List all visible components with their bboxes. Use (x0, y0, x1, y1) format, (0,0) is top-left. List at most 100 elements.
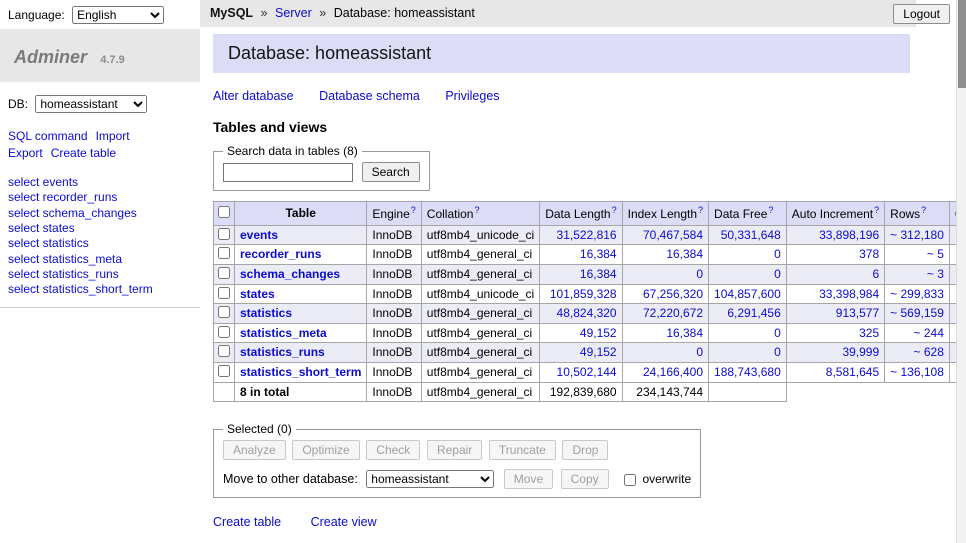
sidebar-item-statistics-meta[interactable]: select statistics_meta (8, 252, 192, 267)
search-input[interactable] (223, 163, 353, 182)
column-help-link[interactable]: ? (874, 205, 879, 215)
total-engine-cell: InnoDB (367, 382, 421, 402)
column-help-link[interactable]: ? (698, 205, 703, 215)
column-help-link[interactable]: ? (411, 205, 416, 215)
sidebar-item-states[interactable]: select states (8, 221, 192, 236)
collation-cell: utf8mb4_general_ci (421, 363, 539, 383)
export-link[interactable]: Export (8, 146, 43, 160)
selected-buttons-row: Analyze Optimize Check Repair Truncate D… (223, 440, 691, 460)
table-link[interactable]: schema_changes (240, 267, 340, 281)
create-view-link[interactable]: Create view (311, 515, 377, 529)
overwrite-checkbox[interactable] (624, 474, 636, 486)
total-label-cell: 8 in total (235, 382, 367, 402)
index-length-cell: 67,256,320 (622, 284, 708, 304)
row-checkbox[interactable] (218, 306, 230, 318)
table-link[interactable]: statistics_short_term (240, 365, 361, 379)
column-header-auto-increment: Auto Increment? (786, 202, 884, 226)
create-links: Create table Create view (213, 515, 966, 529)
vertical-scrollbar[interactable] (956, 0, 966, 543)
search-legend: Search data in tables (8) (223, 144, 362, 158)
move-database-select[interactable]: homeassistant (366, 470, 494, 488)
breadcrumb-current: Database: homeassistant (334, 6, 475, 20)
check-button[interactable]: Check (366, 440, 420, 460)
collation-cell: utf8mb4_unicode_ci (421, 225, 539, 245)
table-row: states InnoDB utf8mb4_unicode_ci 101,859… (214, 284, 966, 304)
data-length-cell: 10,502,144 (540, 363, 622, 383)
index-length-cell: 0 (622, 343, 708, 363)
auto-increment-cell: 378 (786, 245, 884, 265)
sidebar-item-statistics-short-term[interactable]: select statistics_short_term (8, 282, 192, 297)
data-length-cell: 101,859,328 (540, 284, 622, 304)
db-select[interactable]: homeassistant (35, 95, 147, 113)
analyze-button[interactable]: Analyze (223, 440, 286, 460)
rows-cell: ~ 136,108 (885, 363, 950, 383)
rows-cell: ~ 299,833 (885, 284, 950, 304)
collation-cell: utf8mb4_general_ci (421, 343, 539, 363)
column-label: Rows (890, 207, 920, 221)
column-help-link[interactable]: ? (474, 205, 479, 215)
table-link[interactable]: statistics (240, 306, 292, 320)
rows-cell: ~ 5 (885, 245, 950, 265)
table-link[interactable]: statistics_runs (240, 345, 325, 359)
truncate-button[interactable]: Truncate (489, 440, 556, 460)
search-button[interactable]: Search (362, 162, 420, 182)
table-link[interactable]: events (240, 228, 278, 242)
language-select[interactable]: English (72, 6, 164, 24)
overwrite-label: overwrite (642, 472, 691, 486)
database-schema-link[interactable]: Database schema (319, 89, 420, 103)
sidebar-item-schema-changes[interactable]: select schema_changes (8, 206, 192, 221)
create-table-link[interactable]: Create table (51, 146, 116, 160)
column-help-link[interactable]: ? (612, 205, 617, 215)
data-free-cell: 0 (709, 245, 787, 265)
total-index-length-cell: 234,143,744 (622, 382, 708, 402)
sql-command-link[interactable]: SQL command (8, 129, 88, 143)
select-all-checkbox[interactable] (218, 206, 230, 218)
row-checkbox[interactable] (218, 228, 230, 240)
index-length-cell: 16,384 (622, 323, 708, 343)
rows-cell: ~ 628 (885, 343, 950, 363)
column-header-table: Table (235, 202, 367, 226)
copy-button[interactable]: Copy (561, 469, 609, 489)
move-button[interactable]: Move (504, 469, 553, 489)
menu-actions: SQL command Import Export Create table (8, 128, 192, 163)
table-row: schema_changes InnoDB utf8mb4_general_ci… (214, 264, 966, 284)
drop-button[interactable]: Drop (562, 440, 608, 460)
row-checkbox[interactable] (218, 326, 230, 338)
table-row: statistics_meta InnoDB utf8mb4_general_c… (214, 323, 966, 343)
column-help-link[interactable]: ? (921, 205, 926, 215)
privileges-link[interactable]: Privileges (445, 89, 499, 103)
row-checkbox[interactable] (218, 365, 230, 377)
column-help-link[interactable]: ? (768, 205, 773, 215)
repair-button[interactable]: Repair (427, 440, 482, 460)
sidebar-item-statistics[interactable]: select statistics (8, 236, 192, 251)
breadcrumb-server-link[interactable]: Server (275, 6, 312, 20)
row-checkbox[interactable] (218, 345, 230, 357)
column-header-data-length: Data Length? (540, 202, 622, 226)
selected-legend: Selected (0) (223, 422, 296, 436)
table-link[interactable]: states (240, 287, 275, 301)
table-total-row: 8 in total InnoDB utf8mb4_general_ci 192… (214, 382, 966, 402)
auto-increment-cell: 33,398,984 (786, 284, 884, 304)
column-header-collation: Collation? (421, 202, 539, 226)
adminer-window: Language: English Adminer 4.7.9 DB: home… (0, 0, 966, 543)
row-checkbox[interactable] (218, 287, 230, 299)
alter-database-link[interactable]: Alter database (213, 89, 294, 103)
table-link[interactable]: statistics_meta (240, 326, 327, 340)
db-action-links: Alter database Database schema Privilege… (213, 89, 966, 103)
engine-cell: InnoDB (367, 343, 421, 363)
row-checkbox[interactable] (218, 247, 230, 259)
optimize-button[interactable]: Optimize (292, 440, 359, 460)
sidebar-item-events[interactable]: select events (8, 175, 192, 190)
breadcrumb-vendor-link[interactable]: MySQL (210, 6, 253, 20)
row-checkbox[interactable] (218, 267, 230, 279)
sidebar-item-statistics-runs[interactable]: select statistics_runs (8, 267, 192, 282)
sidebar-item-recorder-runs[interactable]: select recorder_runs (8, 190, 192, 205)
scrollbar-thumb[interactable] (958, 0, 966, 88)
logout-button[interactable]: Logout (893, 4, 950, 24)
import-link[interactable]: Import (96, 129, 130, 143)
table-link[interactable]: recorder_runs (240, 247, 321, 261)
table-row: statistics InnoDB utf8mb4_general_ci 48,… (214, 304, 966, 324)
engine-cell: InnoDB (367, 225, 421, 245)
table-row: events InnoDB utf8mb4_unicode_ci 31,522,… (214, 225, 966, 245)
create-table-link-main[interactable]: Create table (213, 515, 281, 529)
